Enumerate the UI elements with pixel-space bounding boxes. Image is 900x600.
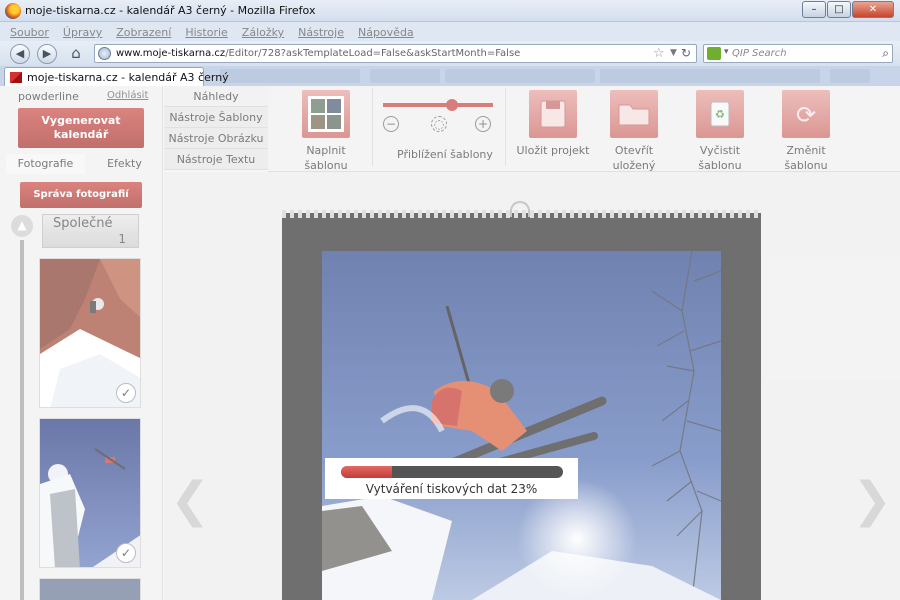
image-grid-icon bbox=[302, 90, 350, 138]
folder-icon bbox=[610, 90, 658, 138]
maximize-button[interactable]: □ bbox=[827, 1, 851, 18]
menu-upravy[interactable]: Úpravy bbox=[53, 22, 106, 39]
svg-text:♻: ♻ bbox=[715, 108, 725, 121]
tab-previews[interactable]: Náhledy bbox=[164, 86, 268, 107]
clear-template-button[interactable]: ♻ Vyčistit šablonu bbox=[680, 90, 760, 173]
toolbar: Naplnit šablonu obrázky − ◌ + Přiblížení… bbox=[268, 86, 900, 187]
search-input[interactable]: QIP Search bbox=[732, 48, 787, 59]
photo-scrollbar[interactable] bbox=[20, 240, 24, 600]
change-template-label: Změnit šablonu bbox=[784, 144, 828, 172]
save-project-label: Uložit projekt bbox=[516, 144, 590, 157]
menu-napoveda[interactable]: Nápověda bbox=[348, 22, 418, 39]
menu-zalozky[interactable]: Záložky bbox=[232, 22, 288, 39]
close-button[interactable]: ✕ bbox=[852, 1, 894, 18]
search-engine-dropdown-icon[interactable]: ▾ bbox=[724, 47, 729, 57]
tab-photos[interactable]: Fotografie bbox=[6, 154, 85, 174]
progress-fill bbox=[341, 466, 393, 478]
zoom-slider-handle[interactable] bbox=[446, 99, 458, 111]
left-panel: powderline Odhlásit Vygenerovat kalendář… bbox=[0, 86, 163, 600]
clear-template-label: Vyčistit šablonu bbox=[698, 144, 742, 172]
used-check-icon: ✓ bbox=[116, 543, 136, 563]
save-project-button[interactable]: Uložit projekt bbox=[516, 90, 590, 158]
search-icon[interactable]: ⌕ bbox=[882, 46, 889, 61]
toolbar-separator bbox=[505, 88, 506, 166]
minimize-button[interactable]: – bbox=[802, 1, 826, 18]
bookmark-star-icon[interactable]: ☆ bbox=[653, 46, 665, 61]
menu-soubor[interactable]: Soubor bbox=[0, 22, 53, 39]
tab-template-tools[interactable]: Nástroje Šablony bbox=[164, 107, 268, 128]
forward-icon[interactable]: ▶ bbox=[37, 44, 57, 64]
progress-dialog: Vytváření tiskových dat 23% bbox=[325, 458, 578, 499]
background-toolbar bbox=[445, 69, 595, 83]
zoom-label: Přiblížení šablony bbox=[397, 148, 493, 161]
toolbar-separator bbox=[372, 88, 373, 166]
zoom-slider[interactable] bbox=[383, 103, 493, 107]
refresh-arrows-icon: ⟳ bbox=[782, 90, 830, 138]
globe-icon bbox=[98, 47, 111, 60]
used-check-icon: ✓ bbox=[116, 383, 136, 403]
menu-zobrazeni[interactable]: Zobrazení bbox=[106, 22, 175, 39]
photo-thumbnail[interactable]: ✓ bbox=[39, 258, 141, 408]
menu-historie[interactable]: Historie bbox=[175, 22, 231, 39]
background-toolbar bbox=[220, 69, 360, 83]
photo-thumbnail[interactable]: ✓ bbox=[39, 418, 141, 568]
tab-image-tools[interactable]: Nástroje Obrázku bbox=[164, 128, 268, 149]
history-dropdown-icon[interactable]: ▼ bbox=[670, 48, 677, 58]
qip-logo-icon[interactable] bbox=[707, 47, 721, 60]
tool-tabs: Náhledy Nástroje Šablony Nástroje Obrázk… bbox=[164, 86, 268, 172]
tab-effects[interactable]: Efekty bbox=[85, 154, 164, 174]
back-icon[interactable]: ◀ bbox=[10, 44, 30, 64]
menu-nastroje[interactable]: Nástroje bbox=[288, 22, 348, 39]
address-bar[interactable]: www.moje-tiskarna.cz/Editor/728?askTempl… bbox=[94, 44, 697, 63]
reload-icon[interactable]: ↻ bbox=[681, 46, 691, 60]
recycle-bin-icon: ♻ bbox=[696, 90, 744, 138]
address-path: /Editor/728?askTemplateLoad=False&askSta… bbox=[225, 48, 521, 59]
scroll-up-icon[interactable]: ▲ bbox=[11, 215, 33, 237]
username: powderline bbox=[18, 90, 79, 103]
window-titlebar: moje-tiskarna.cz - kalendář A3 černý - M… bbox=[0, 0, 900, 22]
logout-link[interactable]: Odhlásit bbox=[107, 90, 148, 101]
photo-thumbnail[interactable] bbox=[39, 578, 141, 600]
site-favicon-icon bbox=[10, 72, 22, 83]
next-page-arrow-icon[interactable]: ❯ bbox=[852, 472, 892, 528]
background-toolbar bbox=[600, 69, 820, 83]
manage-photos-button[interactable]: Správa fotografií bbox=[20, 182, 142, 208]
background-toolbar bbox=[370, 69, 440, 83]
window-controls: – □ ✕ bbox=[802, 1, 894, 18]
tab-label: moje-tiskarna.cz - kalendář A3 černý bbox=[27, 71, 229, 84]
progress-bar bbox=[341, 466, 563, 478]
navigation-bar: ◀ ▶ ⌂ www.moje-tiskarna.cz/Editor/728?as… bbox=[0, 41, 900, 66]
menu-bar: Soubor Úpravy Zobrazení Historie Záložky Nást… bbox=[0, 22, 900, 41]
tab-strip: moje-tiskarna.cz - kalendář A3 černý bbox=[0, 66, 900, 87]
album-button[interactable]: Společné 1 bbox=[42, 214, 139, 248]
svg-text:⟳: ⟳ bbox=[796, 101, 816, 129]
change-template-button[interactable]: ⟳ Změnit šablonu bbox=[766, 90, 846, 173]
tab-text-tools[interactable]: Nástroje Textu bbox=[164, 149, 268, 170]
floppy-disk-icon bbox=[529, 90, 577, 138]
progress-text: Vytváření tiskových dat 23% bbox=[365, 482, 538, 496]
previous-page-arrow-icon[interactable]: ❮ bbox=[170, 472, 210, 528]
album-count: 1 bbox=[118, 232, 126, 246]
photo-preview bbox=[40, 579, 140, 600]
address-url[interactable]: www.moje-tiskarna.cz/Editor/728?askTempl… bbox=[116, 48, 520, 59]
calendar-photo[interactable] bbox=[322, 251, 721, 600]
zoom-fit-icon[interactable]: ◌ bbox=[431, 116, 447, 132]
zoom-out-icon[interactable]: − bbox=[383, 116, 399, 132]
address-host: www.moje-tiskarna.cz bbox=[116, 48, 226, 59]
calendar-hanger bbox=[510, 201, 530, 217]
browser-tab[interactable]: moje-tiskarna.cz - kalendář A3 černý bbox=[4, 67, 229, 87]
generate-calendar-button[interactable]: Vygenerovat kalendář bbox=[18, 108, 144, 148]
firefox-icon bbox=[5, 3, 21, 19]
home-icon[interactable]: ⌂ bbox=[66, 44, 86, 64]
freeride-skier-photo bbox=[322, 251, 721, 600]
calendar-page[interactable] bbox=[282, 201, 761, 600]
window-title: moje-tiskarna.cz - kalendář A3 černý - M… bbox=[25, 4, 316, 17]
album-label: Společné bbox=[53, 216, 113, 231]
search-box[interactable]: ▾ QIP Search ⌕ bbox=[703, 44, 893, 63]
zoom-in-icon[interactable]: + bbox=[475, 116, 491, 132]
left-tabs: Fotografie Efekty bbox=[6, 154, 164, 174]
background-toolbar bbox=[830, 69, 870, 83]
